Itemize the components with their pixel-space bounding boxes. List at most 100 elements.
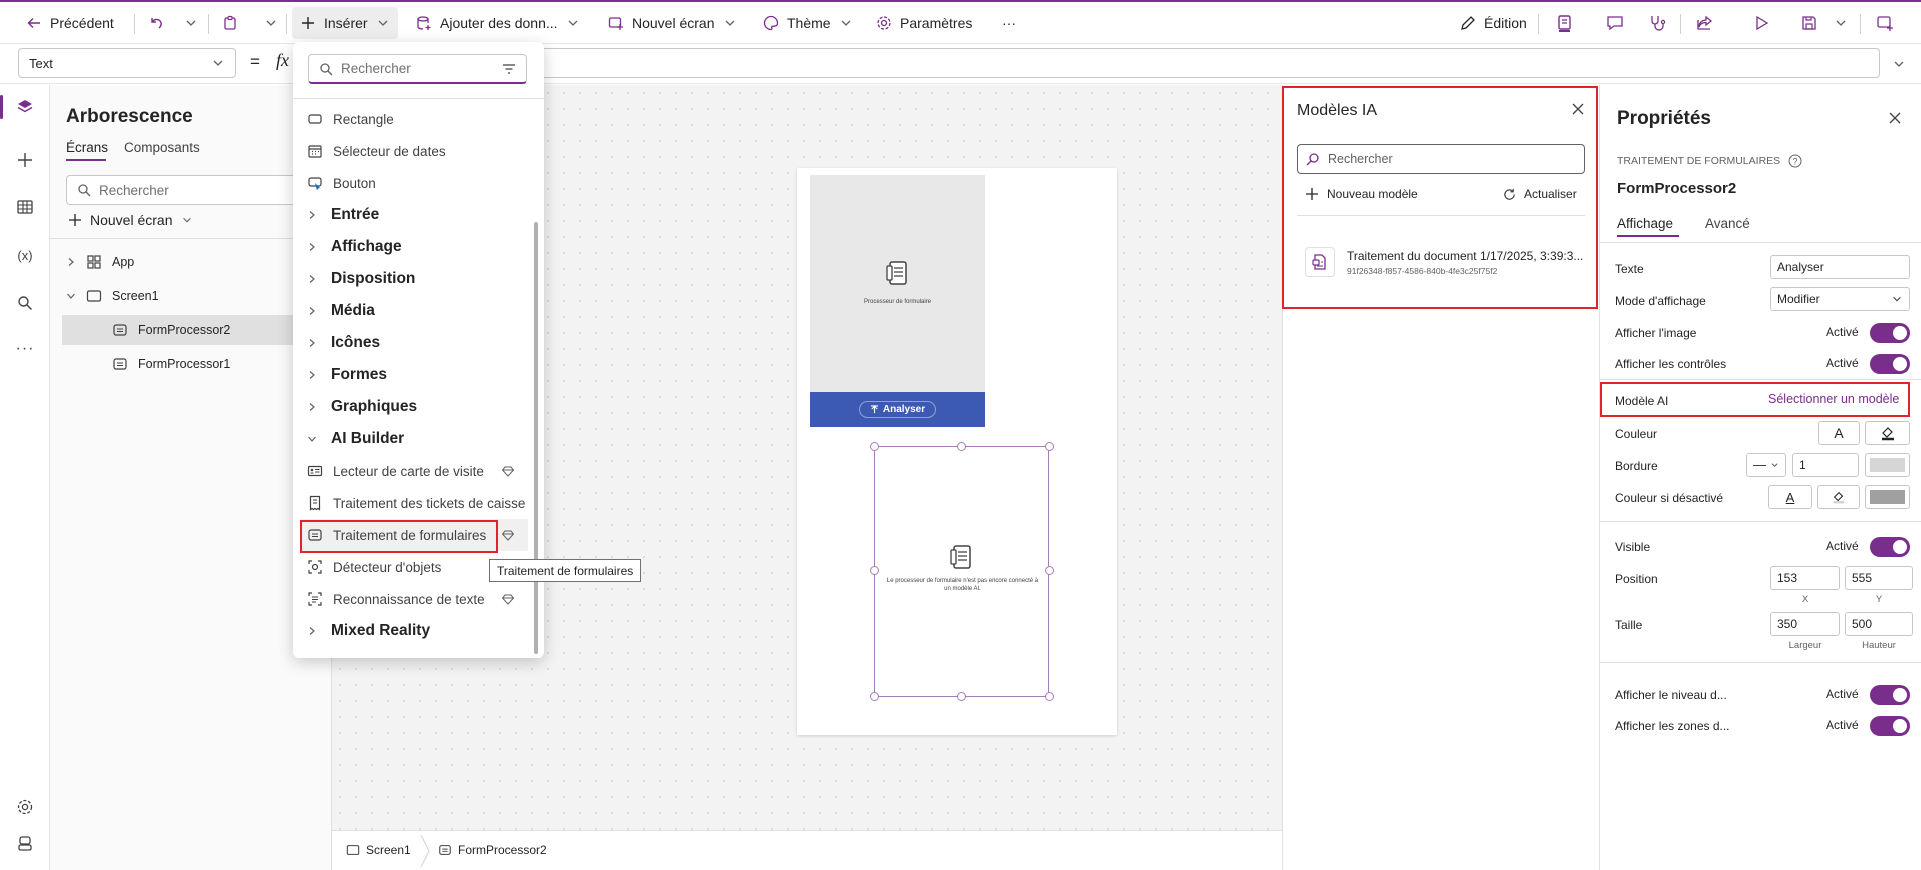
theme-button[interactable]: Thème [755, 7, 861, 39]
border-color-button[interactable] [1865, 453, 1910, 477]
filter-icon[interactable] [502, 62, 516, 76]
app-checker-button[interactable] [1548, 7, 1582, 39]
undo-dropdown[interactable] [180, 7, 202, 39]
more-icon[interactable]: ··· [13, 337, 37, 361]
add-data-button[interactable]: Ajouter des donn... [408, 7, 588, 39]
paste-dropdown[interactable] [260, 7, 282, 39]
disabled-fill-color-button[interactable] [1817, 485, 1860, 509]
disabled-text-color-button[interactable]: A [1768, 485, 1812, 509]
search-icon[interactable] [13, 291, 37, 315]
scrollbar[interactable] [534, 222, 538, 654]
insert-category-media[interactable]: Média [307, 296, 375, 326]
insert-category-graphiques[interactable]: Graphiques [307, 392, 417, 422]
new-screen-link[interactable]: Nouvel écran [68, 212, 193, 228]
resize-handle[interactable] [870, 692, 879, 701]
tree-view-icon[interactable] [13, 95, 37, 119]
form-processor-1[interactable]: Processeur de formulaire [810, 175, 985, 392]
new-screen-button[interactable]: Nouvel écran [600, 7, 745, 39]
property-dropdown[interactable]: Text [18, 48, 236, 78]
insert-item-date-picker[interactable]: Sélecteur de dates [307, 137, 446, 165]
edit-mode-button[interactable]: Édition [1452, 7, 1535, 39]
resize-handle[interactable] [1045, 442, 1054, 451]
resize-handle[interactable] [870, 442, 879, 451]
health-button[interactable] [1640, 7, 1674, 39]
resize-handle[interactable] [870, 566, 879, 575]
more-button[interactable]: ··· [994, 7, 1024, 39]
publish-button[interactable] [1868, 7, 1902, 39]
close-icon[interactable] [1888, 111, 1902, 125]
breadcrumb-screen[interactable]: Screen1 [346, 843, 411, 857]
insert-category-ai-builder[interactable]: AI Builder [307, 424, 404, 454]
tab-advanced[interactable]: Avancé [1705, 216, 1750, 231]
undo-button[interactable] [140, 7, 172, 39]
show-controls-toggle[interactable] [1870, 354, 1910, 374]
settings-button[interactable]: Paramètres [868, 7, 980, 39]
virtual-agent-icon[interactable] [13, 831, 37, 855]
control-name: FormProcessor2 [1617, 180, 1737, 197]
show-confidence-toggle[interactable] [1870, 685, 1910, 705]
app-screen[interactable]: Processeur de formulaire Analyser Le pro… [797, 168, 1117, 735]
border-width-input[interactable]: 1 [1792, 453, 1859, 477]
form-processor-2[interactable]: Le processeur de formulaire n'est pas en… [874, 446, 1049, 697]
variables-icon[interactable]: (x) [13, 243, 37, 267]
show-image-toggle[interactable] [1870, 323, 1910, 343]
comments-button[interactable] [1598, 7, 1632, 39]
insert-category-entree[interactable]: Entrée [307, 200, 379, 230]
resize-handle[interactable] [1045, 692, 1054, 701]
insert-item-business-card[interactable]: Lecteur de carte de visite [307, 457, 484, 485]
insert-item-rectangle[interactable]: Rectangle [307, 105, 394, 133]
resize-handle[interactable] [957, 692, 966, 701]
help-icon[interactable]: ? [1788, 154, 1802, 168]
search-icon [320, 62, 333, 75]
insert-button[interactable]: Insérer [292, 7, 398, 39]
insert-item-button[interactable]: Bouton [307, 169, 376, 197]
chevron-down-icon[interactable] [1892, 57, 1906, 71]
paint-bucket-icon [1881, 427, 1894, 441]
insert-category-disposition[interactable]: Disposition [307, 264, 415, 294]
settings-gear-icon[interactable] [13, 795, 37, 819]
chevron-down-icon [67, 293, 75, 299]
height-input[interactable]: 500 [1845, 612, 1913, 636]
position-y-input[interactable]: 555 [1845, 566, 1913, 590]
visible-toggle[interactable] [1870, 537, 1910, 557]
paste-button[interactable] [214, 7, 246, 39]
analyze-button[interactable]: Analyser [810, 392, 985, 427]
insert-category-affichage[interactable]: Affichage [307, 232, 402, 262]
save-button[interactable] [1792, 7, 1826, 39]
text-color-button[interactable]: A [1818, 421, 1860, 445]
border-style-dropdown[interactable] [1746, 453, 1786, 477]
show-zones-toggle[interactable] [1870, 716, 1910, 736]
fx-icon: fx [276, 50, 289, 70]
width-input[interactable]: 350 [1770, 612, 1840, 636]
insert-item-receipt[interactable]: Traitement des tickets de caisse [307, 489, 537, 517]
insert-category-icones[interactable]: Icônes [307, 328, 380, 358]
tab-screens[interactable]: Écrans [66, 140, 108, 155]
publish-icon [1877, 16, 1893, 31]
text-input[interactable]: Analyser [1770, 255, 1910, 279]
insert-search-input[interactable]: Rechercher [308, 54, 527, 84]
resize-handle[interactable] [957, 442, 966, 451]
position-x-input[interactable]: 153 [1770, 566, 1840, 590]
insert-item-text-recognition[interactable]: Reconnaissance de texte [307, 585, 485, 613]
tab-display[interactable]: Affichage [1617, 216, 1673, 231]
tab-components[interactable]: Composants [124, 140, 200, 155]
preview-button[interactable] [1744, 7, 1778, 39]
tree-item-app[interactable]: App [66, 249, 134, 275]
chevron-right-icon [309, 211, 315, 219]
tree-item-screen1[interactable]: Screen1 [66, 283, 159, 309]
breadcrumb-control[interactable]: FormProcessor2 [438, 843, 547, 857]
share-button[interactable] [1688, 7, 1722, 39]
display-mode-dropdown[interactable]: Modifier [1770, 287, 1910, 311]
tree-item-formprocessor2[interactable]: FormProcessor2 [112, 317, 230, 343]
data-icon[interactable] [13, 195, 37, 219]
insert-category-mixed-reality[interactable]: Mixed Reality [307, 616, 430, 646]
resize-handle[interactable] [1045, 566, 1054, 575]
save-dropdown[interactable] [1830, 7, 1852, 39]
fill-color-button[interactable] [1865, 421, 1910, 445]
insert-icon[interactable] [13, 148, 37, 172]
disabled-border-color-button[interactable] [1865, 485, 1910, 509]
insert-item-object-detector[interactable]: Détecteur d'objets [307, 553, 441, 581]
insert-category-formes[interactable]: Formes [307, 360, 387, 390]
tree-item-formprocessor1[interactable]: FormProcessor1 [112, 351, 230, 377]
back-button[interactable]: Précédent [18, 7, 122, 39]
